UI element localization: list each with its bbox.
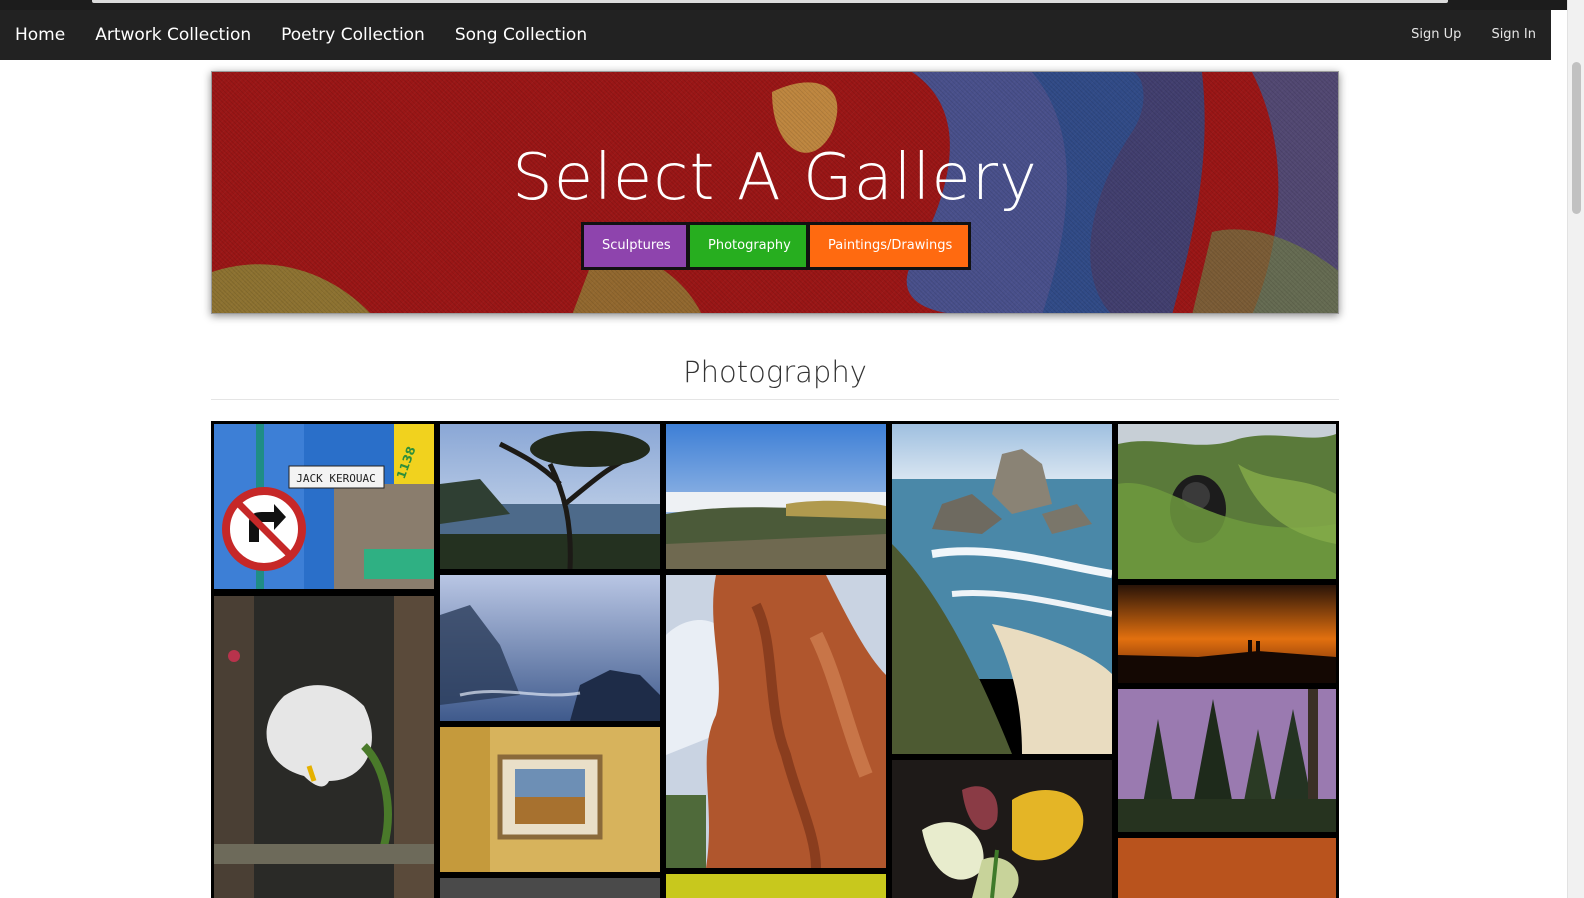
hero-title: Select A Gallery: [512, 141, 1038, 215]
browser-top-strip: [0, 0, 1584, 10]
photo-framed-picture-on-wall[interactable]: [440, 727, 660, 872]
photo-white-lily-painting[interactable]: [214, 596, 434, 898]
nav-song-collection-link[interactable]: Song Collection: [440, 10, 602, 60]
photo-partial-bottom-5[interactable]: [1118, 838, 1336, 898]
photo-coastal-tree[interactable]: [440, 424, 660, 569]
photography-button[interactable]: Photography: [690, 225, 806, 267]
nav-right: Sign Up Sign In: [1396, 10, 1551, 60]
photo-sea-stacks-beach[interactable]: [892, 424, 1112, 754]
photo-grid: JACK KEROUAC 1138: [211, 421, 1339, 898]
sign-text: JACK KEROUAC: [296, 472, 375, 485]
address-bar[interactable]: [92, 0, 1448, 3]
photo-partial-bottom-2[interactable]: [440, 878, 660, 898]
hero-banner: Select A Gallery Sculptures Photography …: [211, 71, 1339, 314]
scrollbar-thumb[interactable]: [1572, 62, 1581, 214]
photo-orange-sunset[interactable]: [1118, 585, 1336, 683]
photo-gorilla-in-tree[interactable]: [1118, 424, 1336, 579]
section-title: Photography: [683, 355, 867, 389]
photo-coastal-hills[interactable]: [666, 424, 886, 569]
photo-calla-lilies[interactable]: [892, 760, 1112, 898]
nav-poetry-collection-link[interactable]: Poetry Collection: [266, 10, 440, 60]
nav-artwork-collection-link[interactable]: Artwork Collection: [80, 10, 266, 60]
section-divider: [211, 399, 1339, 400]
navbar: Home Artwork Collection Poetry Collectio…: [0, 10, 1551, 60]
gallery-button-group: Sculptures Photography Paintings/Drawing…: [581, 222, 971, 270]
sign-in-link[interactable]: Sign In: [1476, 10, 1551, 60]
sign-up-link[interactable]: Sign Up: [1396, 10, 1476, 60]
photo-purple-sky-pines[interactable]: [1118, 689, 1336, 832]
nav-left: Home Artwork Collection Poetry Collectio…: [0, 10, 602, 60]
paintings-drawings-button[interactable]: Paintings/Drawings: [810, 225, 968, 267]
photo-partial-bottom-3[interactable]: [666, 874, 886, 898]
photo-red-rock-formation[interactable]: [666, 575, 886, 868]
photo-jack-kerouac-sign[interactable]: JACK KEROUAC 1138: [214, 424, 434, 589]
photo-misty-sea-rocks[interactable]: [440, 575, 660, 721]
sculptures-button[interactable]: Sculptures: [584, 225, 686, 267]
nav-home-link[interactable]: Home: [0, 10, 80, 60]
page-scrollbar[interactable]: [1567, 0, 1584, 898]
